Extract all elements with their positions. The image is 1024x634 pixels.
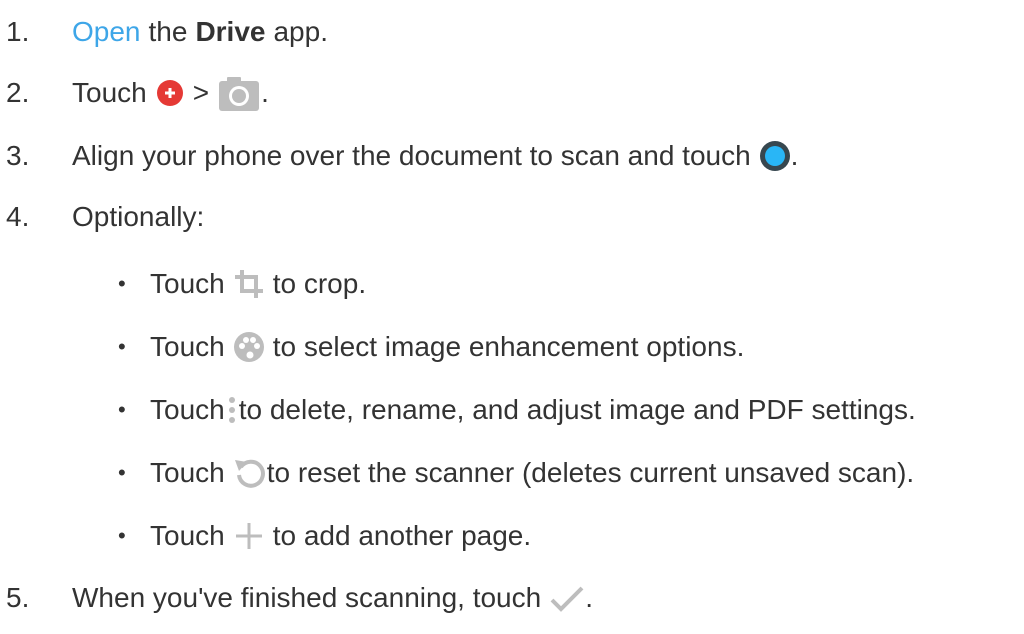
step-text-post: . [585,582,593,613]
reset-icon [233,456,267,490]
step-text-post: . [261,77,269,108]
step-separator: > [192,77,210,108]
substep-text-post: to select image enhancement options. [272,331,745,362]
step-text-pre: When you've finished scanning, touch [72,582,542,613]
step-text: Open the Drive app. [72,12,328,52]
step-text-pre: Align your phone over the document to sc… [72,140,751,171]
step-number: 4. [6,201,30,232]
bullet: • [118,334,126,359]
substep-text-pre: Touch [150,331,225,362]
app-name: Drive [195,16,266,47]
camera-icon [217,73,261,113]
crop-icon [233,268,265,300]
step-text: Optionally: [72,201,205,232]
step-text-pre: Touch [72,77,147,108]
substep-text-pre: Touch [150,268,225,299]
step-text: When you've finished scanning, touch . [72,578,593,618]
substep-text-pre: Touch [150,394,225,425]
bullet: • [118,271,126,296]
substep-text-pre: Touch [150,457,225,488]
substep-text-post: to add another page. [272,520,532,551]
add-fab-icon [155,78,185,108]
step-number: 1. [6,16,30,47]
step-text-post: . [790,140,799,171]
substep-text: Touch to crop. [150,264,366,304]
substep-text-post: to crop. [272,268,367,299]
shutter-icon [759,140,791,172]
bullet: • [118,523,126,548]
step-text-post: app. [273,16,328,47]
substep-text: Touch to add another page. [150,516,531,556]
step-text: Touch > . [72,73,269,113]
bullet: • [118,460,126,485]
step-text-pre: the [148,16,188,47]
substep-text-post: to delete, rename, and adjust image and … [238,394,916,425]
substep-text: Touch to delete, rename, and adjust imag… [150,390,916,430]
step-number: 2. [6,77,30,108]
substep-text: Touch to select image enhancement option… [150,327,744,367]
substep-text: Touch to reset the scanner (deletes curr… [150,453,914,493]
more-vert-icon [225,394,239,426]
bullet: • [118,397,126,422]
step-text: Align your phone over the document to sc… [72,136,798,176]
open-link[interactable]: Open [72,12,141,52]
substep-text-post: to reset the scanner (deletes current un… [266,457,915,488]
substep-text-pre: Touch [150,520,225,551]
step-number: 5. [6,582,30,613]
palette-icon [233,331,265,363]
step-number: 3. [6,140,30,171]
check-icon [549,583,585,613]
plus-icon [233,520,265,552]
